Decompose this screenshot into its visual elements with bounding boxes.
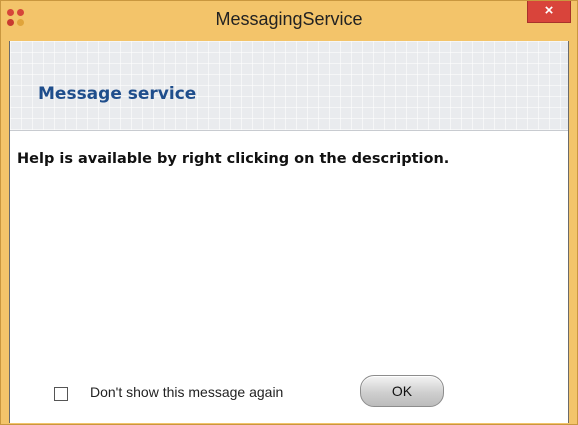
close-button[interactable]: ×: [527, 1, 571, 23]
messaging-service-window: MessagingService × Message service Help …: [0, 0, 578, 425]
window-title: MessagingService: [215, 9, 363, 29]
message-text: Help is available by right clicking on t…: [17, 151, 450, 167]
header-band: Message service: [10, 41, 568, 131]
ok-button[interactable]: OK: [360, 375, 444, 407]
close-icon: ×: [544, 2, 554, 19]
dont-show-again-checkbox[interactable]: [54, 387, 68, 401]
dialog-client-area: Message service Help is available by rig…: [9, 41, 569, 423]
header-title: Message service: [38, 84, 197, 104]
dont-show-again-label[interactable]: Don't show this message again: [90, 384, 283, 400]
title-bar[interactable]: MessagingService ×: [1, 1, 577, 41]
